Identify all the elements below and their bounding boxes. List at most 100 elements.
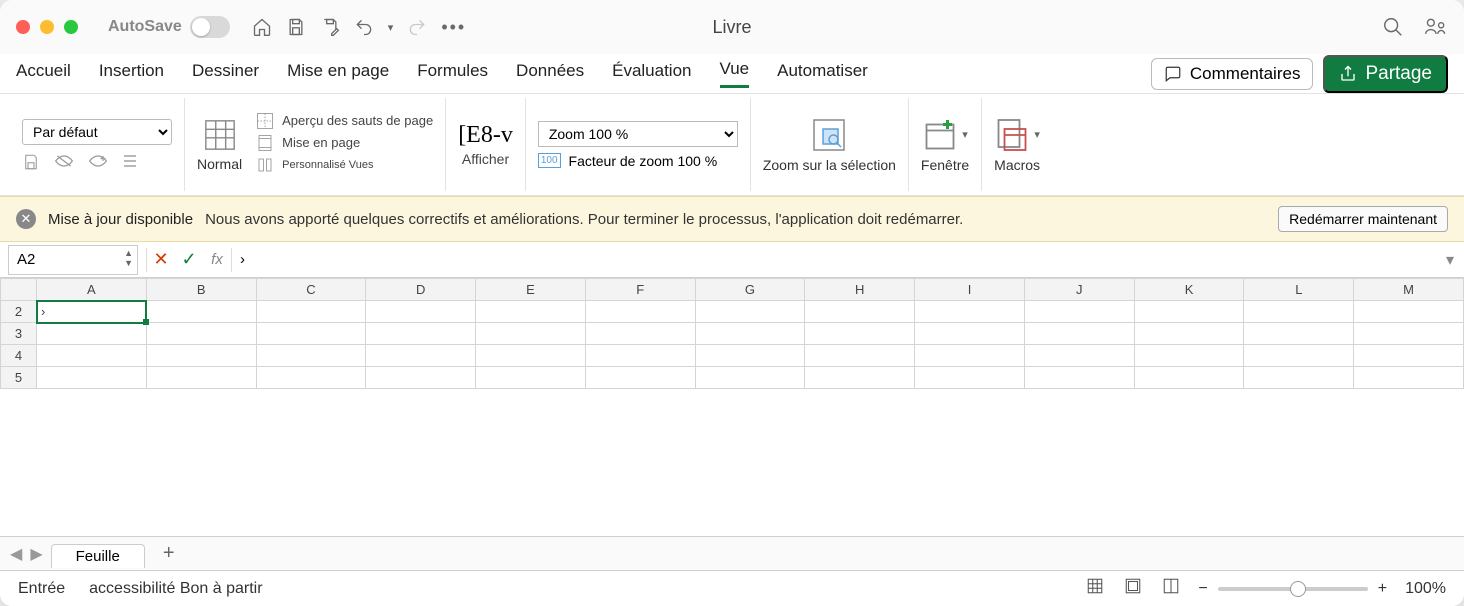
- cell[interactable]: [915, 323, 1025, 345]
- cell[interactable]: [366, 367, 476, 389]
- minimize-window-button[interactable]: [40, 20, 54, 34]
- options-view-icon[interactable]: [122, 153, 138, 171]
- exit-view-icon[interactable]: [54, 153, 74, 171]
- cell[interactable]: [476, 345, 586, 367]
- banner-close-button[interactable]: ✕: [16, 209, 36, 229]
- macros-button[interactable]: ▾ Macros: [994, 117, 1040, 173]
- cell[interactable]: [585, 301, 695, 323]
- cell[interactable]: [1244, 323, 1354, 345]
- cell[interactable]: [476, 323, 586, 345]
- spreadsheet-grid[interactable]: A B C D E F G H I J K L M 2 › 3: [0, 278, 1464, 536]
- maximize-window-button[interactable]: [64, 20, 78, 34]
- col-header-K[interactable]: K: [1134, 279, 1244, 301]
- cell[interactable]: [146, 301, 256, 323]
- redo-icon[interactable]: [407, 17, 427, 37]
- cell[interactable]: [1024, 345, 1134, 367]
- sheet-tab-feuille[interactable]: Feuille: [51, 544, 145, 568]
- tab-accueil[interactable]: Accueil: [16, 61, 71, 87]
- zoom-percent-label[interactable]: 100%: [1405, 580, 1446, 598]
- tab-insertion[interactable]: Insertion: [99, 61, 164, 87]
- cell[interactable]: [695, 323, 805, 345]
- cell[interactable]: [695, 301, 805, 323]
- view-page-break-icon[interactable]: [1162, 577, 1180, 600]
- search-icon[interactable]: [1382, 16, 1404, 38]
- cell[interactable]: [1134, 323, 1244, 345]
- new-view-icon[interactable]: [88, 153, 108, 171]
- zoom-slider-thumb[interactable]: [1290, 581, 1306, 597]
- tab-mise-en-page[interactable]: Mise en page: [287, 61, 389, 87]
- zoom-select[interactable]: Zoom 100 %: [538, 121, 738, 147]
- cell[interactable]: [366, 323, 476, 345]
- cell[interactable]: [476, 367, 586, 389]
- cell[interactable]: [1024, 301, 1134, 323]
- cell[interactable]: [37, 323, 147, 345]
- cell[interactable]: [256, 345, 366, 367]
- view-normal-icon[interactable]: [1086, 577, 1104, 600]
- cell[interactable]: [1244, 367, 1354, 389]
- col-header-E[interactable]: E: [476, 279, 586, 301]
- col-header-J[interactable]: J: [1024, 279, 1134, 301]
- cell[interactable]: [37, 367, 147, 389]
- cell[interactable]: [476, 301, 586, 323]
- cell[interactable]: [1024, 323, 1134, 345]
- cell[interactable]: [1244, 345, 1354, 367]
- cell[interactable]: [256, 301, 366, 323]
- name-box[interactable]: A2 ▲▼: [8, 245, 138, 275]
- cell[interactable]: [366, 345, 476, 367]
- save-icon[interactable]: [286, 17, 306, 37]
- keep-view-icon[interactable]: [22, 153, 40, 171]
- sheet-nav-next-icon[interactable]: ▶: [30, 544, 42, 564]
- cell[interactable]: [805, 367, 915, 389]
- col-header-M[interactable]: M: [1354, 279, 1464, 301]
- cell[interactable]: [805, 345, 915, 367]
- tab-donnees[interactable]: Données: [516, 61, 584, 87]
- cell[interactable]: [146, 323, 256, 345]
- cell[interactable]: [37, 345, 147, 367]
- sheet-view-select[interactable]: Par défaut: [22, 119, 172, 145]
- cell[interactable]: [805, 323, 915, 345]
- formula-confirm-button[interactable]: ✓: [175, 249, 203, 270]
- cell[interactable]: [146, 345, 256, 367]
- formula-bar-expand-icon[interactable]: ▾: [1436, 250, 1464, 270]
- autosave-toggle[interactable]: [190, 16, 230, 38]
- cell[interactable]: [256, 323, 366, 345]
- page-break-preview-button[interactable]: Aperçu des sauts de page: [256, 112, 433, 130]
- undo-dropdown-icon[interactable]: ▾: [388, 21, 394, 34]
- cell[interactable]: [585, 367, 695, 389]
- cell[interactable]: [1024, 367, 1134, 389]
- cell[interactable]: [1354, 323, 1464, 345]
- zoom-slider[interactable]: − +: [1198, 580, 1387, 598]
- zoom-100-button[interactable]: 100 Facteur de zoom 100 %: [538, 153, 738, 169]
- col-header-F[interactable]: F: [585, 279, 695, 301]
- cell[interactable]: [915, 301, 1025, 323]
- insert-function-button[interactable]: fx: [203, 251, 231, 268]
- add-sheet-button[interactable]: +: [153, 542, 185, 565]
- page-layout-button[interactable]: Mise en page: [256, 134, 433, 152]
- comments-button[interactable]: Commentaires: [1151, 58, 1314, 90]
- window-dropdown-icon[interactable]: ▾: [962, 128, 968, 141]
- tab-automatiser[interactable]: Automatiser: [777, 61, 868, 87]
- cell[interactable]: [1244, 301, 1354, 323]
- select-all-corner[interactable]: [1, 279, 37, 301]
- save-edit-icon[interactable]: [320, 17, 340, 37]
- formula-input[interactable]: [232, 251, 1436, 268]
- zoom-in-button[interactable]: +: [1378, 580, 1387, 598]
- formula-cancel-button[interactable]: ✕: [147, 249, 175, 270]
- col-header-C[interactable]: C: [256, 279, 366, 301]
- cell[interactable]: [585, 323, 695, 345]
- cell[interactable]: [1354, 367, 1464, 389]
- cell[interactable]: [695, 367, 805, 389]
- share-button[interactable]: Partage: [1323, 55, 1448, 93]
- zoom-slider-track[interactable]: [1218, 587, 1368, 591]
- cell[interactable]: [146, 367, 256, 389]
- home-icon[interactable]: [252, 17, 272, 37]
- col-header-I[interactable]: I: [915, 279, 1025, 301]
- close-window-button[interactable]: [16, 20, 30, 34]
- cell[interactable]: [1134, 301, 1244, 323]
- cell[interactable]: [915, 367, 1025, 389]
- row-header-3[interactable]: 3: [1, 323, 37, 345]
- col-header-D[interactable]: D: [366, 279, 476, 301]
- more-commands-icon[interactable]: •••: [441, 17, 466, 38]
- cell[interactable]: [1354, 301, 1464, 323]
- col-header-A[interactable]: A: [37, 279, 147, 301]
